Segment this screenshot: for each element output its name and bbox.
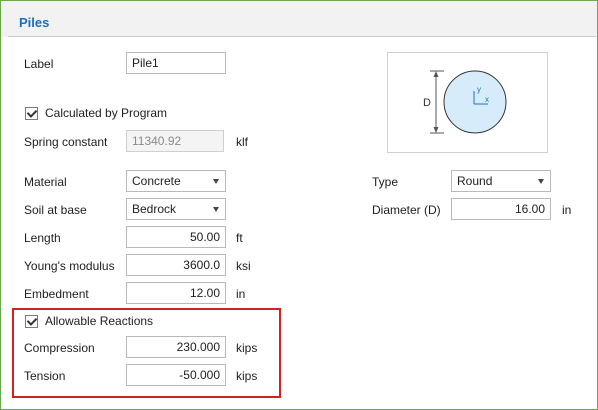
- chevron-down-icon: [213, 207, 219, 212]
- compression-caption: Compression: [24, 341, 95, 355]
- tension-caption: Tension: [24, 369, 66, 383]
- axis-x-label: x: [485, 95, 489, 104]
- tension-unit: kips: [236, 369, 258, 383]
- soil-at-base-caption: Soil at base: [24, 203, 87, 217]
- dimension-label: D: [423, 97, 431, 109]
- calculated-by-program-checkbox[interactable]: [25, 107, 38, 120]
- header-divider: [8, 36, 596, 37]
- type-caption: Type: [372, 175, 399, 189]
- tension-input[interactable]: -50.000: [126, 364, 226, 386]
- calculated-by-program-label: Calculated by Program: [45, 106, 168, 120]
- round-pile-section-svg: D y x: [423, 70, 507, 134]
- spring-constant-input: 11340.92: [126, 130, 224, 152]
- section-title: Piles: [19, 15, 50, 30]
- embedment-input[interactable]: 12.00: [126, 282, 226, 304]
- diameter-caption: Diameter (D): [372, 203, 441, 217]
- spring-constant-unit: klf: [236, 135, 248, 149]
- material-caption: Material: [24, 175, 67, 189]
- length-input[interactable]: 50.00: [126, 226, 226, 248]
- spring-constant-caption: Spring constant: [24, 135, 108, 149]
- dimension-arrow-down-icon: [433, 127, 439, 133]
- label-input[interactable]: Pile1: [126, 52, 226, 74]
- compression-unit: kips: [236, 341, 258, 355]
- allowable-reactions-label: Allowable Reactions: [45, 314, 154, 328]
- youngs-modulus-unit: ksi: [236, 259, 251, 273]
- pile-section-diagram: D y x: [387, 52, 548, 153]
- soil-at-base-dropdown[interactable]: Bedrock: [126, 198, 226, 220]
- material-value: Concrete: [132, 174, 181, 188]
- type-dropdown[interactable]: Round: [451, 170, 551, 192]
- embedment-caption: Embedment: [24, 287, 89, 301]
- material-dropdown[interactable]: Concrete: [126, 170, 226, 192]
- type-value: Round: [457, 174, 493, 188]
- youngs-modulus-caption: Young's modulus: [24, 259, 115, 273]
- soil-at-base-value: Bedrock: [132, 202, 177, 216]
- compression-input[interactable]: 230.000: [126, 336, 226, 358]
- length-caption: Length: [24, 231, 61, 245]
- chevron-down-icon: [538, 179, 544, 184]
- embedment-unit: in: [236, 287, 246, 301]
- youngs-modulus-input[interactable]: 3600.0: [126, 254, 226, 276]
- chevron-down-icon: [213, 179, 219, 184]
- diameter-input[interactable]: 16.00: [451, 198, 551, 220]
- length-unit: ft: [236, 231, 243, 245]
- dimension-arrow-up-icon: [433, 71, 439, 77]
- label-caption: Label: [24, 57, 54, 71]
- section-header: Piles: [1, 1, 597, 37]
- pile-circle: [443, 70, 507, 134]
- allowable-reactions-checkbox[interactable]: [25, 315, 38, 328]
- diameter-unit: in: [562, 203, 572, 217]
- axis-y-label: y: [477, 85, 481, 94]
